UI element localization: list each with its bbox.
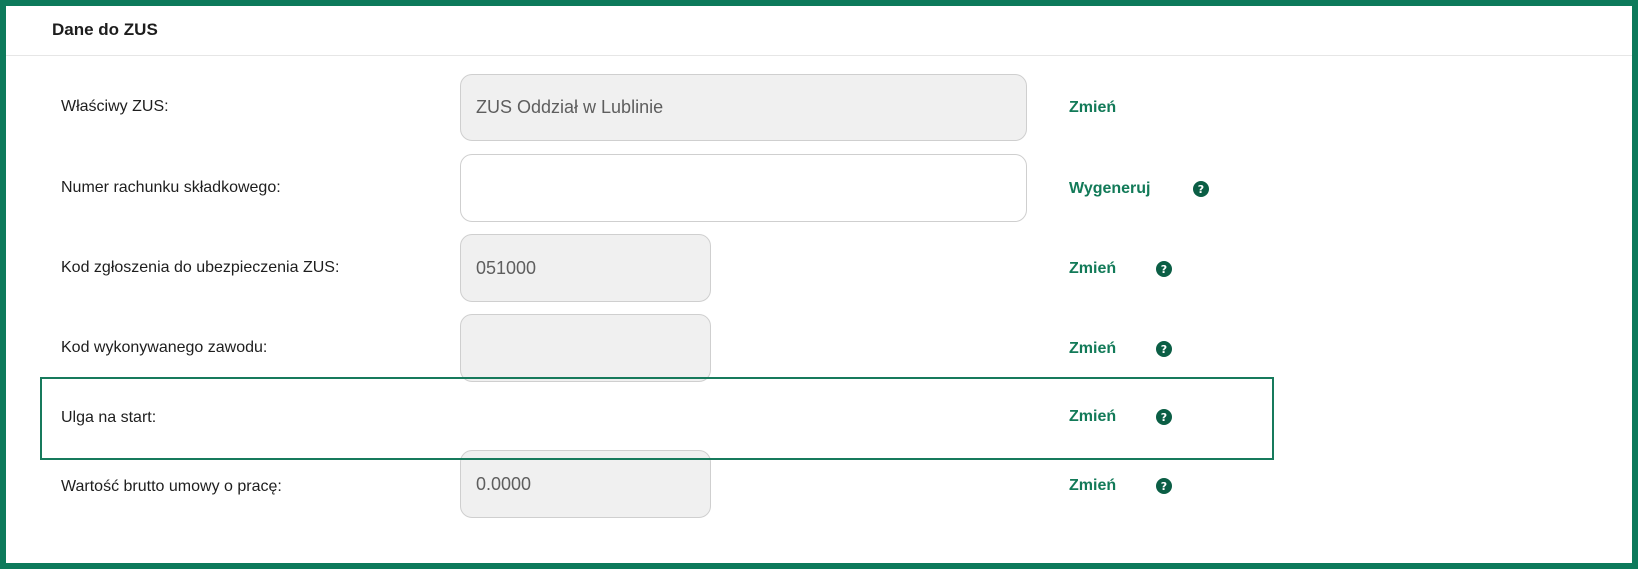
insurance-code-field: 051000 <box>460 234 711 302</box>
gross-salary-change-link[interactable]: Zmień <box>1069 477 1116 495</box>
section-title: Dane do ZUS <box>52 20 158 39</box>
zus-branch-field: ZUS Oddział w Lublinie <box>460 74 1027 141</box>
startup-relief-label: Ulga na start: <box>61 409 157 426</box>
contribution-account-label: Numer rachunku składkowego: <box>61 179 281 196</box>
insurance-code-value: 051000 <box>476 257 537 278</box>
generate-account-link[interactable]: Wygeneruj <box>1069 180 1151 198</box>
zus-branch-label: Właściwy ZUS: <box>61 98 169 115</box>
gross-salary-label: Wartość brutto umowy o pracę: <box>61 478 282 495</box>
zus-branch-value: ZUS Oddział w Lublinie <box>476 97 664 117</box>
contribution-account-input[interactable] <box>460 154 1027 222</box>
insurance-code-label: Kod zgłoszenia do ubezpieczenia ZUS: <box>61 259 340 276</box>
question-circle-icon[interactable]: ? <box>1156 341 1172 357</box>
zus-branch-change-link[interactable]: Zmień <box>1069 99 1116 117</box>
occupation-code-change-link[interactable]: Zmień <box>1069 340 1116 358</box>
question-circle-icon[interactable]: ? <box>1156 409 1172 425</box>
question-circle-icon[interactable]: ? <box>1156 478 1172 494</box>
insurance-code-change-link[interactable]: Zmień <box>1069 260 1116 278</box>
occupation-code-label: Kod wykonywanego zawodu: <box>61 339 268 356</box>
gross-salary-field: 0.0000 <box>460 450 711 518</box>
question-circle-icon[interactable]: ? <box>1156 261 1172 277</box>
occupation-code-field <box>460 314 711 382</box>
startup-relief-change-link[interactable]: Zmień <box>1069 408 1116 426</box>
gross-salary-value: 0.0000 <box>476 473 532 494</box>
question-circle-icon[interactable]: ? <box>1193 181 1209 197</box>
section-header: Dane do ZUS <box>6 6 1632 56</box>
